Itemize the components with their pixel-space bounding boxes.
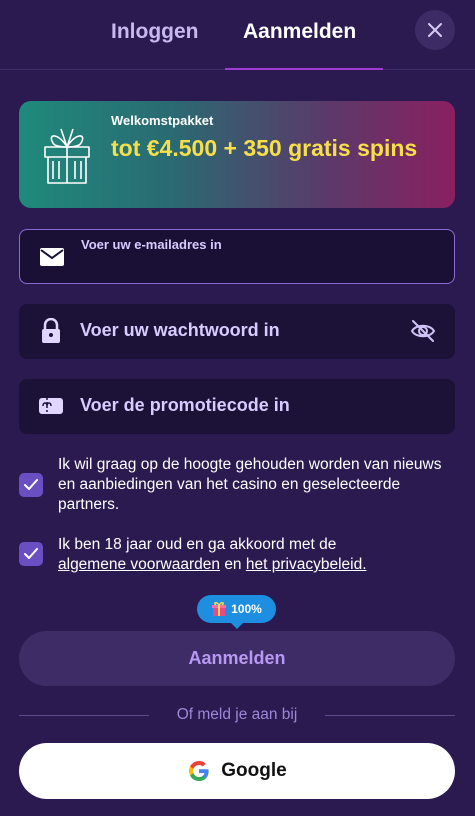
ticket-icon <box>37 394 65 418</box>
terms-consent: Ik ben 18 jaar oud en ga akkoord met de … <box>19 535 455 577</box>
terms-link[interactable]: algemene voorwaarden <box>58 556 220 573</box>
social-divider: Of meld je aan bij <box>19 705 455 725</box>
password-placeholder: Voer uw wachtwoord in <box>80 320 280 340</box>
tab-login[interactable]: Inloggen <box>111 20 199 44</box>
newsletter-consent: Ik wil graag op de hoogte gehouden worde… <box>19 455 455 517</box>
divider-line-right <box>325 715 455 716</box>
terms-checkbox[interactable] <box>19 542 43 566</box>
terms-text-middle: en <box>224 556 242 573</box>
eye-off-icon[interactable] <box>409 317 437 345</box>
newsletter-consent-text: Ik wil graag op de hoogte gehouden worde… <box>58 456 442 513</box>
terms-text-before: Ik ben 18 jaar oud en ga akkoord met de <box>58 536 337 553</box>
checkmark-icon <box>24 548 38 559</box>
envelope-icon <box>38 245 66 269</box>
privacy-link[interactable]: het privacybeleid. <box>246 556 367 573</box>
promo-offer: tot €4.500 + 350 gratis spins <box>111 135 418 161</box>
gift-icon <box>44 128 90 184</box>
close-button[interactable] <box>415 10 455 50</box>
badge-label: 100% <box>231 602 262 616</box>
auth-tabs: Inloggen Aanmelden <box>0 0 475 70</box>
promo-title: Welkomstpakket <box>111 113 214 128</box>
register-button[interactable]: Aanmelden <box>19 631 455 686</box>
welcome-promo-banner: Welkomstpakket tot €4.500 + 350 gratis s… <box>19 101 455 208</box>
email-field[interactable]: Voer uw e-mailadres in <box>19 229 455 284</box>
password-field[interactable]: Voer uw wachtwoord in <box>19 304 455 359</box>
gift-icon <box>212 602 227 616</box>
google-signup-button[interactable]: Google <box>19 743 455 799</box>
checkmark-icon <box>24 479 38 490</box>
email-placeholder: Voer uw e-mailadres in <box>81 237 222 252</box>
newsletter-checkbox[interactable] <box>19 473 43 497</box>
tab-register[interactable]: Aanmelden <box>243 20 356 44</box>
bonus-progress-badge: 100% <box>197 595 276 629</box>
promo-code-placeholder: Voer de promotiecode in <box>80 395 290 415</box>
terms-consent-text: Ik ben 18 jaar oud en ga akkoord met de … <box>58 535 454 575</box>
google-icon <box>189 761 209 781</box>
google-button-label: Google <box>221 760 287 781</box>
promo-code-field[interactable]: Voer de promotiecode in <box>19 379 455 434</box>
active-tab-indicator <box>225 68 383 70</box>
close-icon <box>428 23 442 37</box>
lock-icon <box>37 318 65 343</box>
